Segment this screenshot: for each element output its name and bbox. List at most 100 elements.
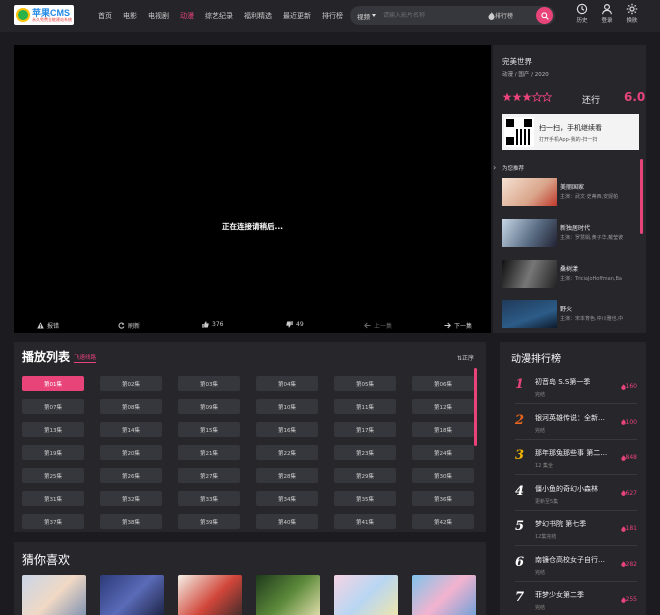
search-type-select[interactable]: 视频 xyxy=(357,11,376,21)
ranking-item[interactable]: 6 南镰仓高校女子自行… 完结 282 xyxy=(515,552,637,582)
episode-button[interactable]: 第07集 xyxy=(22,399,84,414)
episode-button[interactable]: 第10集 xyxy=(256,399,318,414)
episode-button[interactable]: 第23集 xyxy=(334,445,396,460)
star-icon[interactable] xyxy=(502,92,512,102)
header: 苹果CMS 永久免费全能建站系统 首页 电影 电视剧 动漫 综艺纪录 福利精选 … xyxy=(0,0,660,32)
episode-button[interactable]: 第40集 xyxy=(256,514,318,529)
playlist-scrollbar[interactable] xyxy=(474,368,477,446)
history-button[interactable]: 历史 xyxy=(570,3,594,24)
like-button[interactable]: 376 xyxy=(202,321,223,328)
sort-button[interactable]: ⇅正序 xyxy=(457,353,474,362)
nav-movies[interactable]: 电影 xyxy=(123,11,137,21)
recommend-cast: 主演：TriciaJoHoffman,Ba xyxy=(560,276,622,282)
episode-button[interactable]: 第20集 xyxy=(100,445,162,460)
episode-button[interactable]: 第41集 xyxy=(334,514,396,529)
chevron-right-icon[interactable]: › xyxy=(493,163,496,172)
ranking-item[interactable]: 1 初音岛 S.S第一季 完结 160 xyxy=(515,374,637,404)
guess-thumbnail[interactable] xyxy=(100,575,164,615)
guess-thumbnail[interactable] xyxy=(22,575,86,615)
episode-button[interactable]: 第02集 xyxy=(100,376,162,391)
episode-button[interactable]: 第42集 xyxy=(412,514,474,529)
guess-thumbnail[interactable] xyxy=(334,575,398,615)
report-button[interactable]: 报错 xyxy=(37,321,59,330)
episode-button[interactable]: 第15集 xyxy=(178,422,240,437)
rank-status: 完结 xyxy=(535,427,546,434)
episode-button[interactable]: 第37集 xyxy=(22,514,84,529)
nav-latest[interactable]: 最近更新 xyxy=(283,11,311,21)
ranking-item[interactable]: 7 菲梦少女第二季 完结 255 xyxy=(515,587,637,615)
episode-button[interactable]: 第13集 xyxy=(22,422,84,437)
episode-button[interactable]: 第29集 xyxy=(334,468,396,483)
search-ranking-link[interactable]: 排行榜 xyxy=(488,11,513,20)
prev-episode-button[interactable]: 上一集 xyxy=(364,321,392,330)
playlist-line-tab[interactable]: 飞速线路 xyxy=(74,353,97,363)
nav-tv[interactable]: 电视剧 xyxy=(148,11,169,21)
recommend-item[interactable]: 桑树漾 主演：TriciaJoHoffman,Ba xyxy=(502,260,638,288)
site-logo[interactable]: 苹果CMS 永久免费全能建站系统 xyxy=(14,5,74,25)
ranking-item[interactable]: 3 那年那兔那些事 第二… 12 集全 848 xyxy=(515,445,637,475)
episode-button[interactable]: 第01集 xyxy=(22,376,84,391)
guess-thumbnail[interactable] xyxy=(412,575,476,615)
rank-name: 僵小鱼的奇幻小森林 xyxy=(535,484,598,493)
episode-button[interactable]: 第09集 xyxy=(178,399,240,414)
episode-button[interactable]: 第21集 xyxy=(178,445,240,460)
star-icon[interactable] xyxy=(522,92,532,102)
episode-button[interactable]: 第39集 xyxy=(178,514,240,529)
rating-stars[interactable] xyxy=(502,92,552,102)
nav-ranking[interactable]: 排行榜 xyxy=(322,11,343,21)
episode-button[interactable]: 第26集 xyxy=(100,468,162,483)
episode-button[interactable]: 第27集 xyxy=(178,468,240,483)
next-episode-button[interactable]: 下一集 xyxy=(444,321,472,330)
recommend-scrollbar[interactable] xyxy=(640,159,643,234)
ranking-item[interactable]: 2 银河英雄传说：全新… 完结 100 xyxy=(515,410,637,440)
recommend-item[interactable]: 野火 主演：宋本育色,中川雅也,中 xyxy=(502,300,638,328)
theme-button[interactable]: 换肤 xyxy=(620,3,644,24)
episode-button[interactable]: 第14集 xyxy=(100,422,162,437)
search-button[interactable] xyxy=(536,7,553,24)
episode-button[interactable]: 第05集 xyxy=(334,376,396,391)
star-icon[interactable] xyxy=(541,92,552,102)
nav-variety[interactable]: 综艺纪录 xyxy=(205,11,233,21)
recommend-item[interactable]: 美丽国家 主演：武文·史蒂西,安妮帕 xyxy=(502,178,638,206)
episode-button[interactable]: 第19集 xyxy=(22,445,84,460)
login-button[interactable]: 登录 xyxy=(595,3,619,24)
star-icon[interactable] xyxy=(531,92,543,102)
episode-button[interactable]: 第31集 xyxy=(22,491,84,506)
rank-hits: 255 xyxy=(620,596,637,603)
episode-button[interactable]: 第30集 xyxy=(412,468,474,483)
episode-button[interactable]: 第11集 xyxy=(334,399,396,414)
episode-button[interactable]: 第25集 xyxy=(22,468,84,483)
nav-anime[interactable]: 动漫 xyxy=(180,11,194,21)
episode-button[interactable]: 第22集 xyxy=(256,445,318,460)
episode-button[interactable]: 第32集 xyxy=(100,491,162,506)
episode-button[interactable]: 第33集 xyxy=(178,491,240,506)
star-icon[interactable] xyxy=(512,92,522,102)
recommend-item[interactable]: 新独居时代 主演：罗慧娟,黄子华,戴莹彼 xyxy=(502,219,638,247)
nav-featured[interactable]: 福利精选 xyxy=(244,11,272,21)
episode-button[interactable]: 第08集 xyxy=(100,399,162,414)
episode-button[interactable]: 第17集 xyxy=(334,422,396,437)
rank-hits-count: 627 xyxy=(625,489,637,497)
ranking-item[interactable]: 5 梦幻书院 第七季 12集完结 181 xyxy=(515,516,637,546)
episode-button[interactable]: 第16集 xyxy=(256,422,318,437)
video-player[interactable]: 正在连接请稍后... xyxy=(14,45,491,333)
guess-thumbnail[interactable] xyxy=(178,575,242,615)
episode-button[interactable]: 第36集 xyxy=(412,491,474,506)
episode-button[interactable]: 第34集 xyxy=(256,491,318,506)
ranking-item[interactable]: 4 僵小鱼的奇幻小森林 更新至5集 627 xyxy=(515,481,637,511)
episode-button[interactable]: 第35集 xyxy=(334,491,396,506)
search-input[interactable] xyxy=(383,12,488,19)
episode-button[interactable]: 第28集 xyxy=(256,468,318,483)
episode-button[interactable]: 第06集 xyxy=(412,376,474,391)
episode-button[interactable]: 第38集 xyxy=(100,514,162,529)
login-label: 登录 xyxy=(601,18,613,24)
nav-home[interactable]: 首页 xyxy=(98,11,112,21)
refresh-button[interactable]: 刷新 xyxy=(118,321,140,330)
episode-button[interactable]: 第12集 xyxy=(412,399,474,414)
episode-button[interactable]: 第18集 xyxy=(412,422,474,437)
episode-button[interactable]: 第04集 xyxy=(256,376,318,391)
episode-button[interactable]: 第03集 xyxy=(178,376,240,391)
dislike-button[interactable]: 49 xyxy=(286,321,304,328)
guess-thumbnail[interactable] xyxy=(256,575,320,615)
episode-button[interactable]: 第24集 xyxy=(412,445,474,460)
